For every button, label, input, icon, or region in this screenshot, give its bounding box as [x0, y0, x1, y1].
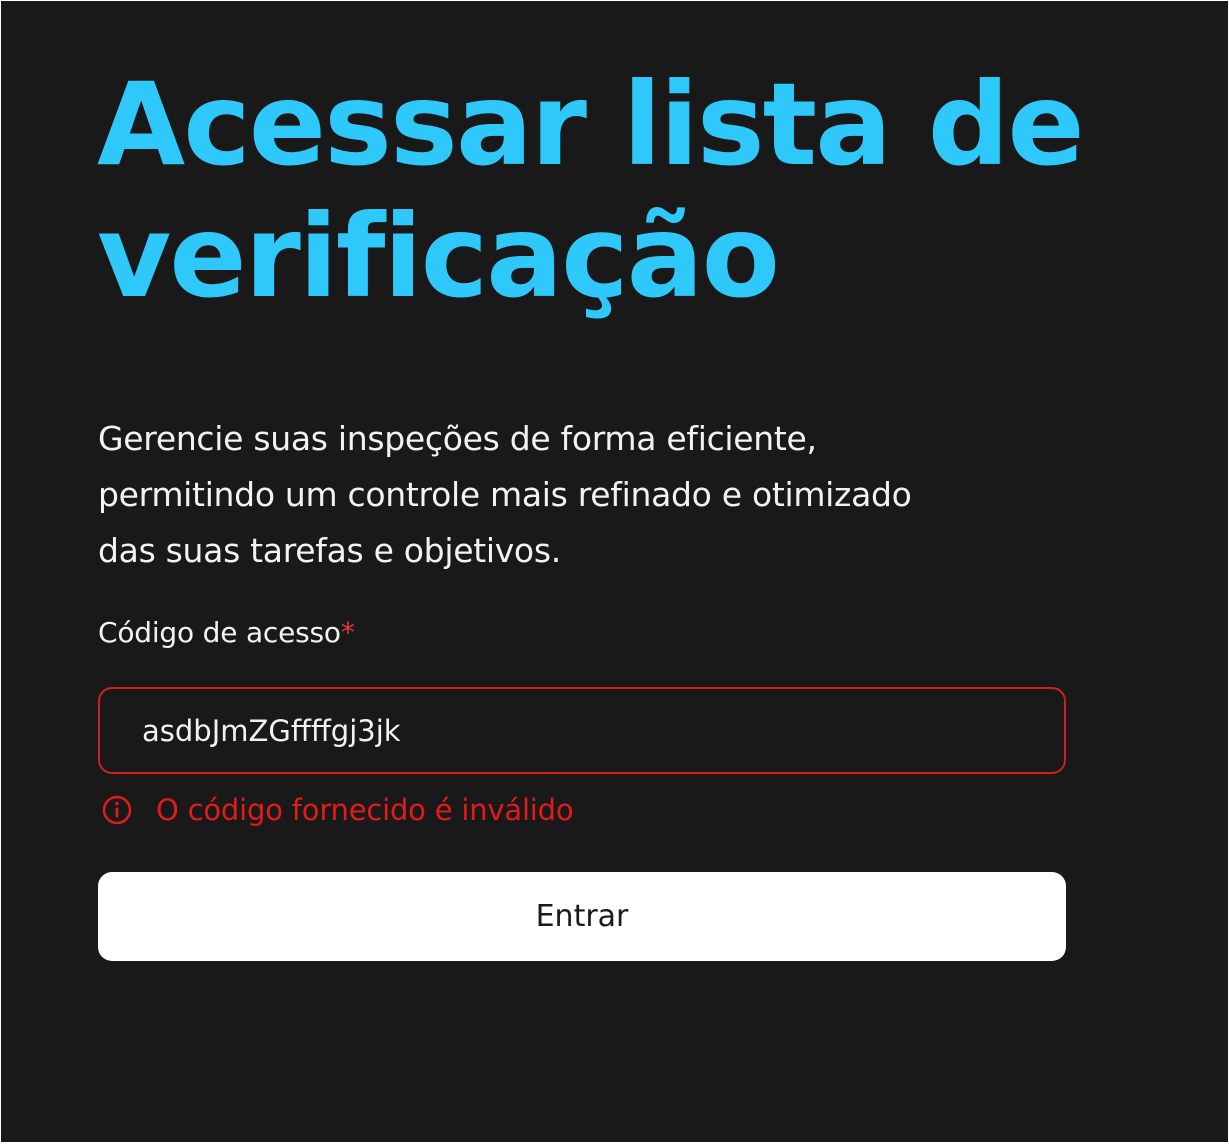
- info-icon: [100, 793, 134, 827]
- page-title-line-2: verificação: [97, 190, 780, 323]
- access-code-label: Código de acesso*: [98, 611, 355, 655]
- page-title: Acessar lista de verificação: [97, 59, 1157, 323]
- access-code-label-text: Código de acesso: [98, 616, 341, 649]
- error-message: O código fornecido é inválido: [156, 793, 574, 827]
- page-title-line-1: Acessar lista de: [97, 58, 1085, 191]
- page-description: Gerencie suas inspeções de forma eficien…: [98, 411, 1078, 579]
- required-mark: *: [340, 616, 355, 649]
- access-checklist-page: Acessar lista de verificação Gerencie su…: [1, 1, 1228, 1142]
- enter-button[interactable]: Entrar: [98, 872, 1066, 961]
- access-code-input[interactable]: [98, 687, 1066, 774]
- description-line-1: Gerencie suas inspeções de forma eficien…: [98, 419, 817, 458]
- description-line-3: das suas tarefas e objetivos.: [98, 531, 561, 570]
- description-line-2: permitindo um controle mais refinado e o…: [98, 475, 912, 514]
- access-code-error: O código fornecido é inválido: [100, 787, 574, 833]
